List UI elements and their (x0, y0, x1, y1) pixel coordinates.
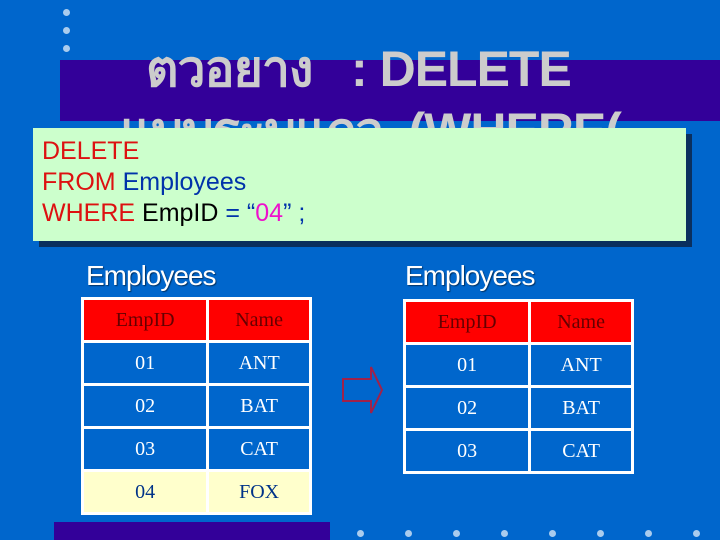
before-table: EmpID Name 01 ANT 02 BAT 03 CAT 04 FOX (80, 297, 312, 515)
sql-line-2: FROM Employees (42, 167, 686, 198)
bullet-dot (597, 530, 604, 537)
header-cell-name: Name (528, 299, 634, 345)
bullet-dot (645, 530, 652, 537)
bullet-dot (501, 530, 508, 537)
sql-code-box: DELETE FROM Employees WHERE EmpID = “04”… (33, 128, 686, 241)
cell-empid: 02 (402, 385, 532, 431)
table-header-row: EmpID Name (80, 297, 312, 343)
cell-name: BAT (206, 383, 312, 429)
sql-line-3: WHERE EmpID = “04” ; (42, 198, 686, 229)
sql-table-name: Employees (122, 168, 247, 196)
cell-name: BAT (528, 385, 634, 431)
table-row: 01 ANT (402, 342, 634, 388)
right-arrow-outline-icon (342, 366, 384, 414)
cell-empid: 03 (402, 428, 532, 474)
bullet-dot (693, 530, 700, 537)
bullet-dot (357, 530, 364, 537)
sql-keyword-where: WHERE (42, 199, 136, 227)
cell-empid: 01 (80, 340, 210, 386)
sql-keyword-from: FROM (42, 168, 116, 196)
cell-name: ANT (206, 340, 312, 386)
bullet-dot (63, 27, 70, 34)
bullet-dot (63, 45, 70, 52)
sql-terminator: ” ; (283, 199, 306, 227)
before-table-caption: Employees (86, 260, 217, 291)
cell-name: ANT (528, 342, 634, 388)
after-table-caption: Employees (405, 260, 536, 291)
table-row: 01 ANT (80, 340, 312, 386)
cell-empid: 02 (80, 383, 210, 429)
table-row-highlighted: 04 FOX (80, 469, 312, 515)
sql-operator: = “ (225, 199, 256, 227)
header-cell-empid: EmpID (80, 297, 210, 343)
bullet-dot (549, 530, 556, 537)
bottom-band (54, 522, 330, 540)
cell-empid: 01 (402, 342, 532, 388)
cell-name: CAT (206, 426, 312, 472)
table-row: 03 CAT (80, 426, 312, 472)
bullet-dot (453, 530, 460, 537)
bullet-dot (405, 530, 412, 537)
bullet-dot (63, 9, 70, 16)
cell-empid: 04 (80, 469, 210, 515)
header-cell-name: Name (206, 297, 312, 343)
after-table: EmpID Name 01 ANT 02 BAT 03 CAT (402, 299, 634, 474)
table-row: 02 BAT (402, 385, 634, 431)
cell-empid: 03 (80, 426, 210, 472)
table-row: 03 CAT (402, 428, 634, 474)
table-header-row: EmpID Name (402, 299, 634, 345)
sql-string-value: 04 (255, 199, 284, 227)
cell-name: CAT (528, 428, 634, 474)
table-row: 02 BAT (80, 383, 312, 429)
sql-column-name: EmpID (142, 199, 219, 227)
cell-name: FOX (206, 469, 312, 515)
sql-line-1: DELETE (42, 136, 686, 167)
header-cell-empid: EmpID (402, 299, 532, 345)
sql-keyword-delete: DELETE (42, 137, 140, 165)
